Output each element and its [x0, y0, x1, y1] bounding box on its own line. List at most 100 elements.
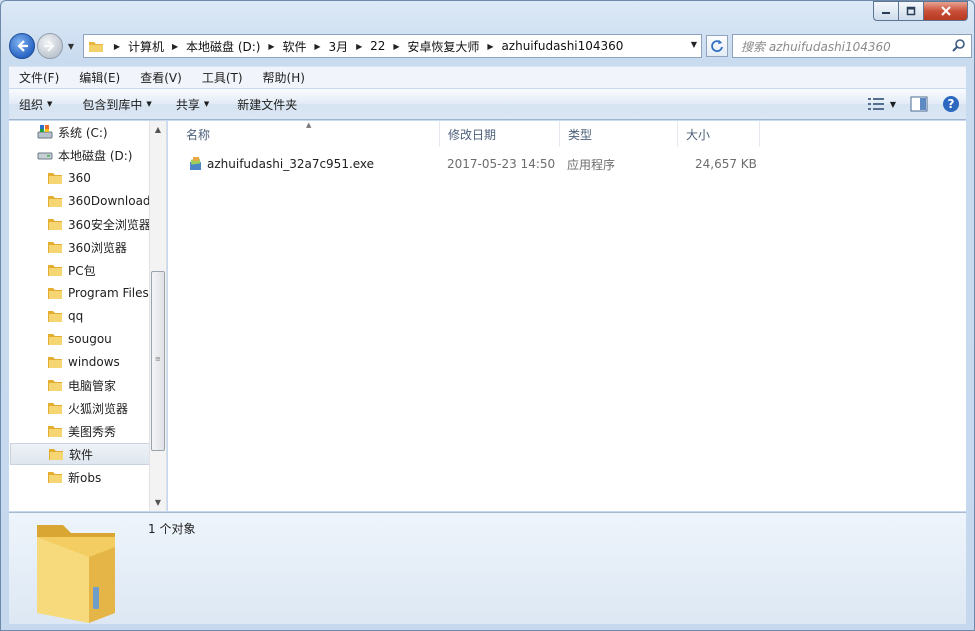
- file-size: 24,657 KB: [695, 157, 757, 171]
- details-pane: 1 个对象: [9, 512, 966, 624]
- change-view-button[interactable]: ▼: [867, 97, 896, 111]
- folder-icon: [89, 42, 103, 52]
- scrollbar-thumb[interactable]: ≡: [151, 271, 165, 451]
- file-name: azhuifudashi_32a7c951.exe: [207, 157, 375, 171]
- search-placeholder: 搜索 azhuifudashi104360: [741, 39, 891, 54]
- view-list-icon: [867, 98, 884, 110]
- column-header-modified[interactable]: 修改日期: [440, 121, 560, 147]
- column-header-size[interactable]: 大小: [678, 121, 760, 147]
- folder-icon: [49, 449, 63, 460]
- address-bar[interactable]: ▶ 计算机 ▶ 本地磁盘 (D:) ▶ 软件 ▶ 3月 ▶ 22 ▶ 安卓恢复大…: [83, 34, 702, 58]
- tree-item-folder[interactable]: sougou: [47, 328, 187, 350]
- preview-pane-icon[interactable]: [910, 96, 928, 112]
- tree-item-folder[interactable]: qq: [47, 305, 187, 327]
- navigation-row: ▼ ▶ 计算机 ▶ 本地磁盘 (D:) ▶ 软件 ▶ 3月 ▶ 22 ▶ 安卓恢…: [9, 32, 972, 60]
- tree-item-label: 360安全浏览器: [68, 217, 151, 232]
- tree-item-folder[interactable]: 360Downloads: [47, 190, 187, 212]
- navigation-scrollbar[interactable]: ▲ ≡ ▼: [149, 121, 166, 511]
- breadcrumb-separator[interactable]: ▶: [309, 42, 327, 51]
- menu-help[interactable]: 帮助(H): [253, 69, 315, 86]
- breadcrumb-separator[interactable]: ▶: [350, 42, 368, 51]
- include-in-library-label: 包含到库中: [82, 97, 143, 112]
- forward-arrow-icon: [44, 40, 55, 52]
- tree-item-folder[interactable]: 360浏览器: [47, 236, 187, 258]
- tree-item-label: windows: [68, 355, 120, 369]
- tree-item-label: 新obs: [68, 470, 102, 485]
- tree-item-folder[interactable]: 电脑管家: [47, 374, 187, 396]
- installer-icon: [190, 157, 201, 170]
- command-bar: 组织 ▼ 包含到库中 ▼ 共享 ▼ 新建文件夹 ▼ ?: [9, 89, 966, 120]
- breadcrumb-item[interactable]: 安卓恢复大师: [405, 38, 481, 55]
- folder-icon: [48, 311, 62, 322]
- forward-button[interactable]: [37, 33, 63, 59]
- refresh-button[interactable]: [706, 35, 728, 57]
- breadcrumb-separator[interactable]: ▶: [108, 42, 126, 51]
- tree-item-folder[interactable]: 360: [47, 167, 187, 189]
- tree-item-label: 360: [68, 171, 91, 185]
- close-button[interactable]: [924, 1, 968, 21]
- close-icon: [940, 6, 951, 16]
- grip-icon: ≡: [155, 355, 161, 363]
- folder-icon: [48, 265, 62, 276]
- tree-item-label: 软件: [69, 447, 94, 462]
- organize-button[interactable]: 组织 ▼: [9, 96, 61, 113]
- breadcrumb-separator[interactable]: ▶: [262, 42, 280, 51]
- tree-item-folder[interactable]: Program Files: [47, 282, 187, 304]
- breadcrumb-item[interactable]: 22: [368, 39, 387, 53]
- column-header-name[interactable]: 名称: [178, 121, 440, 147]
- share-button[interactable]: 共享 ▼: [167, 96, 218, 113]
- scroll-down-icon[interactable]: ▼: [150, 494, 166, 511]
- address-dropdown-button[interactable]: ▼: [691, 40, 697, 49]
- tree-item-label: 电脑管家: [68, 378, 117, 393]
- maximize-icon: [906, 6, 916, 16]
- help-icon[interactable]: ?: [942, 95, 960, 113]
- tree-item-folder[interactable]: windows: [47, 351, 187, 373]
- minimize-icon: [882, 12, 890, 14]
- caption-buttons: [873, 1, 968, 21]
- menu-bar: 文件(F) 编辑(E) 查看(V) 工具(T) 帮助(H): [9, 66, 966, 88]
- breadcrumb-item[interactable]: 计算机: [126, 38, 166, 55]
- tree-item-folder[interactable]: 360安全浏览器: [47, 213, 187, 235]
- menu-file[interactable]: 文件(F): [9, 69, 69, 86]
- tree-item-label: 360浏览器: [68, 240, 127, 255]
- back-button[interactable]: [9, 33, 35, 59]
- file-list-pane: ▲ 名称 修改日期 类型 大小 azhuifudashi_32a7c951.ex…: [168, 121, 966, 511]
- tree-item-folder-selected[interactable]: 软件: [10, 443, 150, 465]
- include-in-library-button[interactable]: 包含到库中 ▼: [73, 96, 160, 113]
- chevron-down-icon: ▼: [146, 100, 152, 108]
- breadcrumb-separator[interactable]: ▶: [387, 42, 405, 51]
- folder-icon: [48, 357, 62, 368]
- column-header-type[interactable]: 类型: [560, 121, 678, 147]
- search-input[interactable]: 搜索 azhuifudashi104360: [732, 34, 972, 58]
- breadcrumb-item[interactable]: 本地磁盘 (D:): [184, 38, 262, 55]
- tree-item-folder[interactable]: 火狐浏览器: [47, 397, 187, 419]
- breadcrumb-item[interactable]: 软件: [280, 38, 308, 55]
- refresh-icon: [711, 40, 723, 52]
- maximize-button[interactable]: [899, 1, 924, 21]
- tree-item-folder[interactable]: PC包: [47, 259, 187, 281]
- folder-icon: [48, 173, 62, 184]
- tree-item-label: Program Files: [68, 286, 149, 300]
- new-folder-button[interactable]: 新建文件夹: [228, 96, 306, 113]
- tree-item-label: 360Downloads: [68, 194, 157, 208]
- table-row[interactable]: azhuifudashi_32a7c951.exe 2017-05-23 14:…: [168, 153, 768, 175]
- file-type: 应用程序: [567, 157, 616, 172]
- new-folder-label: 新建文件夹: [237, 97, 298, 112]
- minimize-button[interactable]: [873, 1, 899, 21]
- breadcrumb-separator[interactable]: ▶: [481, 42, 499, 51]
- breadcrumb-item[interactable]: 3月: [327, 38, 351, 55]
- breadcrumb-separator[interactable]: ▶: [166, 42, 184, 51]
- explorer-window: ▼ ▶ 计算机 ▶ 本地磁盘 (D:) ▶ 软件 ▶ 3月 ▶ 22 ▶ 安卓恢…: [0, 0, 975, 631]
- tree-item-folder[interactable]: 美图秀秀: [47, 420, 187, 442]
- folder-icon: [48, 288, 62, 299]
- scroll-up-icon[interactable]: ▲: [150, 121, 166, 138]
- tree-item-label: 美图秀秀: [68, 424, 117, 439]
- tree-item-folder[interactable]: 新obs: [47, 466, 187, 488]
- breadcrumb-item[interactable]: azhuifudashi104360: [499, 39, 625, 53]
- menu-view[interactable]: 查看(V): [130, 69, 192, 86]
- recent-pages-dropdown[interactable]: ▼: [65, 42, 77, 51]
- tree-item-label: PC包: [68, 263, 96, 278]
- menu-tools[interactable]: 工具(T): [192, 69, 253, 86]
- menu-edit[interactable]: 编辑(E): [69, 69, 130, 86]
- search-icon[interactable]: [951, 38, 967, 54]
